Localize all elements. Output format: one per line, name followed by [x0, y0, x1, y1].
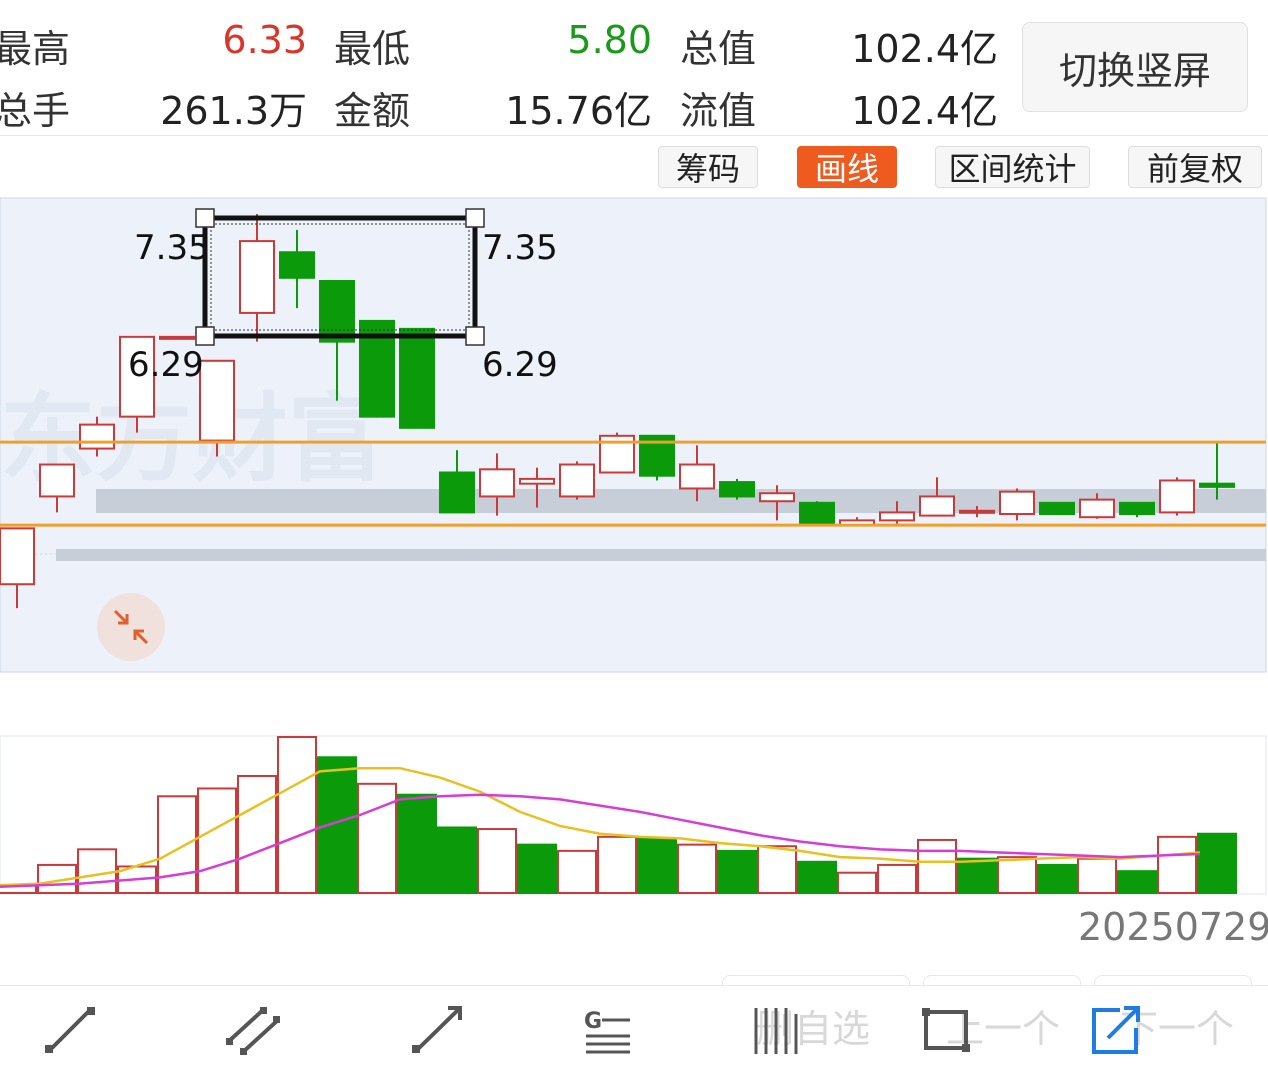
volume-bar	[517, 843, 557, 895]
candle-body	[1079, 498, 1115, 519]
volume-bar	[837, 871, 877, 894]
date-label: 20250729	[1078, 905, 1268, 949]
volume-bar	[877, 863, 917, 894]
candle-body	[1159, 479, 1195, 514]
volume-bar	[1197, 832, 1237, 894]
volume-bar	[477, 828, 517, 894]
volume-bar	[437, 826, 477, 894]
candle-body	[559, 463, 595, 498]
candle-body	[0, 527, 35, 586]
candle-body	[239, 240, 275, 314]
label-top-right: 7.35	[482, 228, 558, 268]
volume-bar	[157, 795, 197, 895]
candle-body	[479, 468, 515, 498]
handle-top-left[interactable]	[195, 208, 215, 228]
candle-body	[799, 501, 835, 527]
volume-bar	[77, 848, 117, 895]
handle-bottom-right[interactable]	[465, 326, 485, 346]
rectangle-icon[interactable]	[912, 1000, 982, 1060]
volume-bar	[757, 845, 797, 895]
volume-bar	[597, 835, 637, 895]
line-segment-icon[interactable]	[35, 1000, 105, 1060]
candle-body	[399, 327, 435, 429]
candle-body	[719, 481, 755, 498]
candle-body	[279, 251, 315, 279]
volume-bar	[997, 856, 1037, 894]
volume-bar	[357, 782, 397, 894]
volume-bar	[557, 849, 597, 895]
candle-body	[679, 463, 715, 490]
price-band-lower	[56, 549, 1266, 561]
candle-body	[439, 471, 475, 514]
candle-body	[519, 477, 555, 485]
volume-bar	[277, 736, 317, 894]
vertical-lines-icon[interactable]	[742, 1000, 812, 1060]
collapse-button[interactable]	[97, 593, 165, 661]
volume-bar	[677, 843, 717, 895]
candle-body	[959, 509, 995, 514]
svg-text:G: G	[584, 1009, 602, 1034]
handle-top-right[interactable]	[465, 208, 485, 228]
parallel-lines-icon[interactable]	[218, 1000, 288, 1060]
candle-body	[199, 359, 235, 442]
label-top-left: 7.35	[134, 228, 210, 268]
volume-bar	[717, 849, 757, 895]
candle-body	[879, 511, 915, 522]
ray-icon[interactable]	[402, 1000, 472, 1060]
collapse-button-bg[interactable]	[97, 593, 165, 661]
candle-body	[919, 495, 955, 517]
candle-body	[79, 423, 115, 450]
candle-body	[759, 492, 795, 503]
extend-arrow-icon[interactable]	[1080, 1000, 1150, 1060]
volume-bar	[1037, 863, 1077, 894]
candle-body	[1119, 501, 1155, 515]
candle-body	[159, 335, 195, 340]
volume-bar	[197, 787, 237, 894]
handle-bottom-left[interactable]	[195, 326, 215, 346]
volume-bar	[637, 837, 677, 895]
volume-bar	[1077, 857, 1117, 894]
volume-bar	[957, 857, 997, 894]
label-bottom-left: 6.29	[128, 345, 204, 385]
volume-bar	[397, 793, 437, 894]
volume-bar	[797, 860, 837, 894]
candle-body	[1039, 501, 1075, 515]
volume-bar	[237, 775, 277, 894]
gann-icon[interactable]: G	[572, 1000, 642, 1060]
candle-body	[319, 279, 355, 343]
candle-body	[39, 463, 75, 498]
volume-bar	[1157, 835, 1197, 895]
volume-bar	[1117, 870, 1157, 894]
label-bottom-right: 6.29	[482, 345, 558, 385]
candle-body	[1199, 482, 1235, 488]
candle-body	[999, 490, 1035, 515]
volume-bar	[917, 838, 957, 895]
